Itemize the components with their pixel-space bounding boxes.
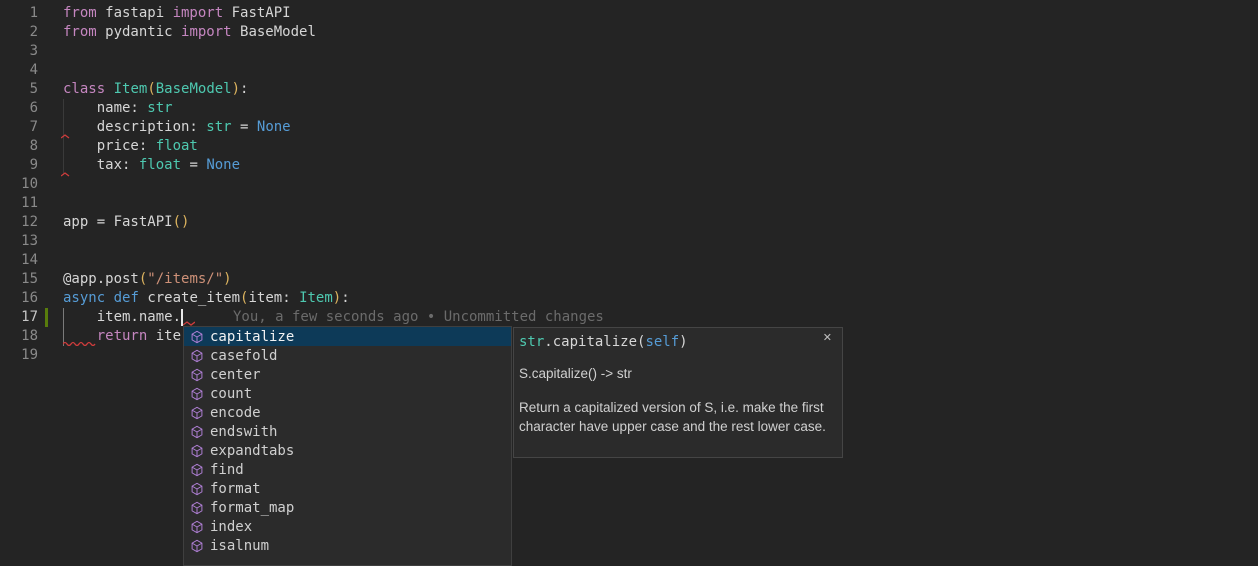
line-number: 7 — [0, 118, 38, 137]
line-number: 8 — [0, 137, 38, 156]
code-text: tax: float = None — [63, 156, 240, 175]
code-text: price: float — [63, 137, 198, 156]
code-text: from fastapi import FastAPI — [63, 4, 291, 23]
code-line[interactable]: 11 — [0, 194, 1258, 213]
method-icon — [190, 501, 204, 515]
line-number: 15 — [0, 270, 38, 289]
suggestion-label: endswith — [210, 424, 277, 440]
method-icon — [190, 482, 204, 496]
autocomplete-popup[interactable]: capitalize casefold center count encode endsw… — [183, 326, 512, 566]
code-line[interactable]: 5 class Item(BaseModel): — [0, 80, 1258, 99]
code-line[interactable]: 15 @app.post("/items/") — [0, 270, 1258, 289]
suggestion-label: casefold — [210, 348, 277, 364]
line-number: 5 — [0, 80, 38, 99]
method-icon — [190, 425, 204, 439]
signature: str.capitalize(self) — [519, 333, 688, 352]
code-line[interactable]: 9 tax: float = None — [0, 156, 1258, 175]
line-number: 17 — [0, 308, 38, 327]
modified-line-indicator — [45, 308, 48, 327]
line-number: 9 — [0, 156, 38, 175]
method-icon — [190, 406, 204, 420]
code-text: app = FastAPI() — [63, 213, 189, 232]
docs-summary: S.capitalize() -> str — [519, 366, 632, 381]
suggestion-item[interactable]: center — [184, 365, 511, 384]
editor[interactable]: { "colors": { "editor_background": "#242… — [0, 0, 1258, 546]
code-line[interactable]: 1 from fastapi import FastAPI — [0, 4, 1258, 23]
code-text: class Item(BaseModel): — [63, 80, 248, 99]
code-line[interactable]: 6 name: str — [0, 99, 1258, 118]
docs-description: Return a capitalized version of S, i.e. … — [519, 398, 839, 436]
line-number: 11 — [0, 194, 38, 213]
suggestion-label: expandtabs — [210, 443, 294, 459]
line-number: 18 — [0, 327, 38, 346]
close-icon[interactable]: ✕ — [823, 331, 832, 344]
gitlens-annotation: You, a few seconds ago • Uncommitted cha… — [233, 308, 604, 327]
code-line[interactable]: 3 — [0, 42, 1258, 61]
suggestion-label: format_map — [210, 500, 294, 516]
line-number: 16 — [0, 289, 38, 308]
suggestion-label: center — [210, 367, 261, 383]
code-line[interactable]: 8 price: float — [0, 137, 1258, 156]
suggestion-item[interactable]: casefold — [184, 346, 511, 365]
code-line[interactable]: 16 async def create_item(item: Item): — [0, 289, 1258, 308]
suggestion-item[interactable]: endswith — [184, 422, 511, 441]
method-icon — [190, 330, 204, 344]
suggestion-label: count — [210, 386, 252, 402]
method-icon — [190, 444, 204, 458]
code-text: from pydantic import BaseModel — [63, 23, 316, 42]
code-line[interactable]: 10 — [0, 175, 1258, 194]
suggestion-item[interactable]: count — [184, 384, 511, 403]
code-text: item.name. — [63, 308, 181, 327]
line-number: 13 — [0, 232, 38, 251]
line-number: 12 — [0, 213, 38, 232]
method-icon — [190, 349, 204, 363]
suggestion-label: find — [210, 462, 244, 478]
method-icon — [190, 520, 204, 534]
suggestion-item[interactable]: expandtabs — [184, 441, 511, 460]
code-line[interactable]: 12 app = FastAPI() — [0, 213, 1258, 232]
suggestion-item[interactable]: index — [184, 517, 511, 536]
suggestion-list[interactable]: capitalize casefold center count encode endsw… — [184, 327, 511, 555]
error-squiggle — [63, 340, 99, 346]
suggestion-item[interactable]: find — [184, 460, 511, 479]
error-squiggle — [61, 172, 71, 177]
suggestion-item[interactable]: format — [184, 479, 511, 498]
line-number: 14 — [0, 251, 38, 270]
suggestion-item[interactable]: format_map — [184, 498, 511, 517]
suggestion-item[interactable]: encode — [184, 403, 511, 422]
error-squiggle — [61, 134, 71, 139]
code-text: name: str — [63, 99, 173, 118]
code-text: async def create_item(item: Item): — [63, 289, 350, 308]
suggestion-label: index — [210, 519, 252, 535]
code-line[interactable]: 13 — [0, 232, 1258, 251]
line-number: 1 — [0, 4, 38, 23]
line-number: 3 — [0, 42, 38, 61]
code-line[interactable]: 7 description: str = None — [0, 118, 1258, 137]
method-icon — [190, 368, 204, 382]
suggestion-label: encode — [210, 405, 261, 421]
code-line[interactable]: 4 — [0, 61, 1258, 80]
line-number: 2 — [0, 23, 38, 42]
code-text: @app.post("/items/") — [63, 270, 232, 289]
line-number: 6 — [0, 99, 38, 118]
suggestion-item[interactable]: capitalize — [184, 327, 511, 346]
suggestion-docs-panel: str.capitalize(self) ✕ S.capitalize() ->… — [513, 327, 843, 458]
code-line[interactable]: 14 — [0, 251, 1258, 270]
code-line[interactable]: 2 from pydantic import BaseModel — [0, 23, 1258, 42]
line-number: 10 — [0, 175, 38, 194]
suggestion-label: format — [210, 481, 261, 497]
method-icon — [190, 387, 204, 401]
code-text: description: str = None — [63, 118, 291, 137]
line-number: 4 — [0, 61, 38, 80]
line-number: 19 — [0, 346, 38, 365]
method-icon — [190, 463, 204, 477]
suggestion-label: capitalize — [210, 329, 294, 345]
